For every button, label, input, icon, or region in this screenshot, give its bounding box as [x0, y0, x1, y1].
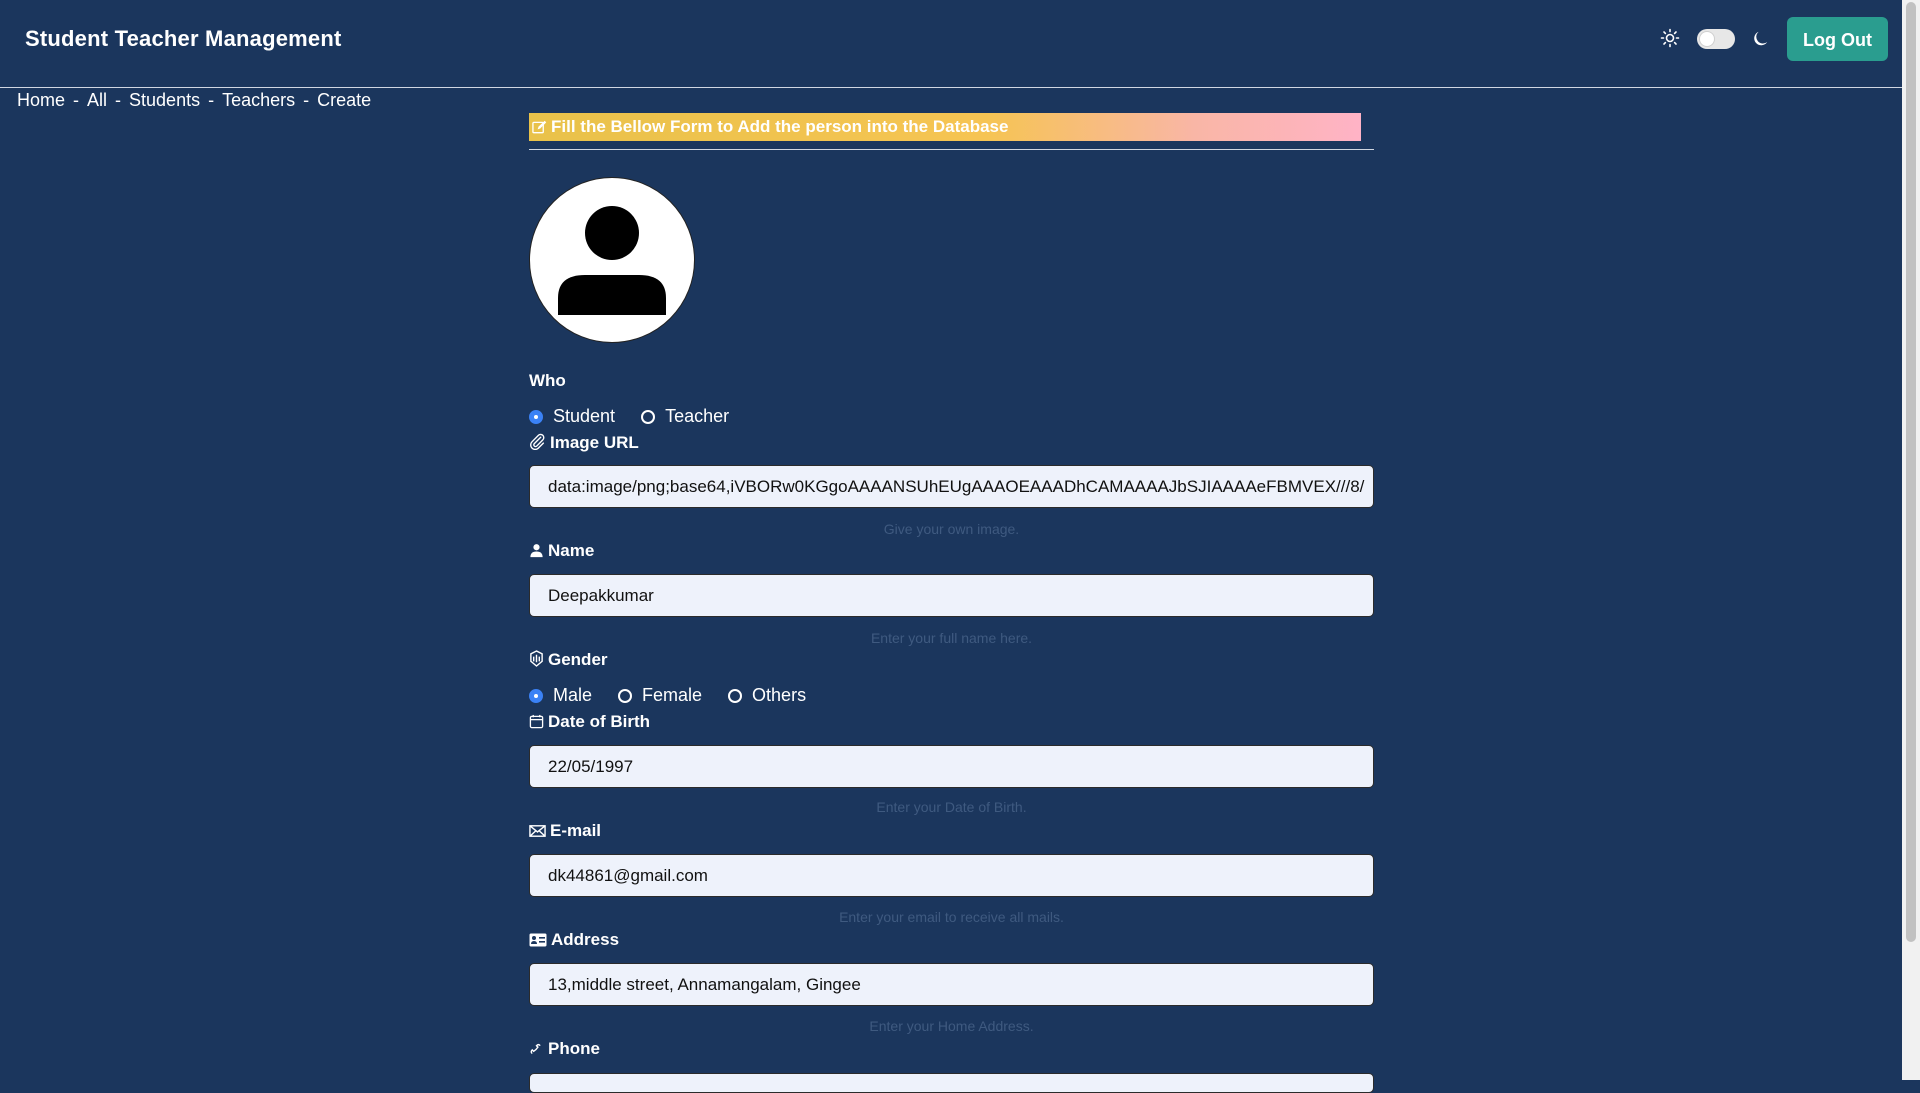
name-label-text: Name — [548, 541, 595, 560]
email-hint: Enter your email to receive all mails. — [839, 909, 1064, 925]
radio-others-label: Others — [752, 685, 807, 705]
app-title[interactable]: Student Teacher Management — [25, 26, 342, 52]
nav-create-link[interactable]: Create — [317, 90, 371, 110]
radio-female-input[interactable] — [618, 688, 633, 703]
scrollbar-thumb[interactable] — [1906, 2, 1916, 942]
edit-icon — [532, 120, 547, 134]
nav-separator: - — [303, 90, 310, 110]
image-url-hint: Give your own image. — [883, 521, 1020, 537]
breadcrumb: Home - All - Students - Teachers - Create — [17, 90, 371, 111]
image-url-input[interactable]: data:image/png;base64,iVBORw0KGgoAAAANSU… — [529, 465, 1374, 508]
who-radio-group: Student Teacher — [529, 406, 755, 427]
nav-students-link[interactable]: Students — [129, 90, 200, 110]
dob-label: Date of Birth — [529, 712, 650, 732]
address-label-text: Address — [551, 930, 620, 949]
nav-separator: - — [115, 90, 122, 110]
radio-others-input[interactable] — [728, 688, 743, 703]
address-hint: Enter your Home Address. — [869, 1018, 1034, 1034]
radio-student-label: Student — [553, 406, 616, 426]
mail-icon — [529, 825, 546, 837]
gender-radio-group: Male Female Others — [529, 685, 832, 706]
address-input[interactable]: 13,middle street, Annamangalam, Gingee — [529, 963, 1374, 1006]
nav-home-link[interactable]: Home — [17, 90, 65, 110]
form-banner: Fill the Bellow Form to Add the person i… — [529, 113, 1361, 141]
radio-male[interactable]: Male — [529, 685, 592, 706]
divider — [529, 149, 1374, 150]
logout-button[interactable]: Log Out — [1787, 17, 1888, 61]
who-label-text: Who — [529, 371, 566, 390]
phone-label-text: Phone — [548, 1039, 600, 1058]
page: Student Teacher Management Log Out Home -… — [0, 0, 1902, 1093]
address-card-icon — [529, 933, 547, 947]
dob-hint: Enter your Date of Birth. — [876, 799, 1027, 815]
dob-label-text: Date of Birth — [548, 712, 650, 731]
radio-teacher-input[interactable] — [641, 409, 656, 424]
email-label: E-mail — [529, 821, 601, 841]
sun-icon[interactable] — [1660, 28, 1680, 48]
phone-icon — [530, 1043, 541, 1054]
dob-input[interactable]: 22/05/1997 — [529, 745, 1374, 788]
theme-toggle-switch[interactable] — [1697, 29, 1735, 49]
image-url-label-text: Image URL — [550, 433, 639, 452]
toggle-knob — [1700, 32, 1714, 46]
radio-student-input[interactable] — [529, 409, 543, 424]
radio-male-label: Male — [553, 685, 593, 705]
avatar-preview — [529, 177, 695, 343]
radio-teacher[interactable]: Teacher — [641, 406, 729, 427]
person-icon — [530, 544, 543, 558]
nav-teachers-link[interactable]: Teachers — [222, 90, 295, 110]
nav-separator: - — [73, 90, 80, 110]
form-banner-text: Fill the Bellow Form to Add the person i… — [551, 117, 1009, 136]
gender-label: Gender — [529, 650, 608, 670]
paperclip-icon — [530, 433, 545, 451]
name-input[interactable]: Deepakkumar — [529, 574, 1374, 617]
avatar-person-icon — [558, 206, 666, 315]
radio-teacher-label: Teacher — [665, 406, 730, 426]
nav-separator: - — [208, 90, 215, 110]
name-label: Name — [529, 541, 594, 561]
create-person-form: Fill the Bellow Form to Add the person i… — [529, 113, 1374, 1093]
radio-others[interactable]: Others — [728, 685, 806, 706]
radio-female[interactable]: Female — [618, 685, 702, 706]
email-input[interactable]: dk44861@gmail.com — [529, 854, 1374, 897]
radio-student[interactable]: Student — [529, 406, 615, 427]
scrollbar[interactable] — [1902, 0, 1920, 1080]
top-navbar: Student Teacher Management Log Out — [0, 0, 1902, 88]
phone-label: Phone — [529, 1039, 600, 1059]
radio-male-input[interactable] — [529, 688, 543, 703]
gender-label-text: Gender — [548, 650, 608, 669]
calendar-icon — [529, 714, 544, 729]
address-label: Address — [529, 930, 619, 950]
image-url-label: Image URL — [529, 433, 639, 453]
name-hint: Enter your full name here. — [870, 630, 1033, 646]
radio-female-label: Female — [642, 685, 703, 705]
phone-input[interactable] — [529, 1073, 1374, 1093]
moon-icon[interactable] — [1752, 28, 1772, 48]
email-label-text: E-mail — [550, 821, 602, 840]
gender-icon — [530, 650, 543, 667]
nav-all-link[interactable]: All — [87, 90, 107, 110]
who-label: Who — [529, 371, 566, 391]
